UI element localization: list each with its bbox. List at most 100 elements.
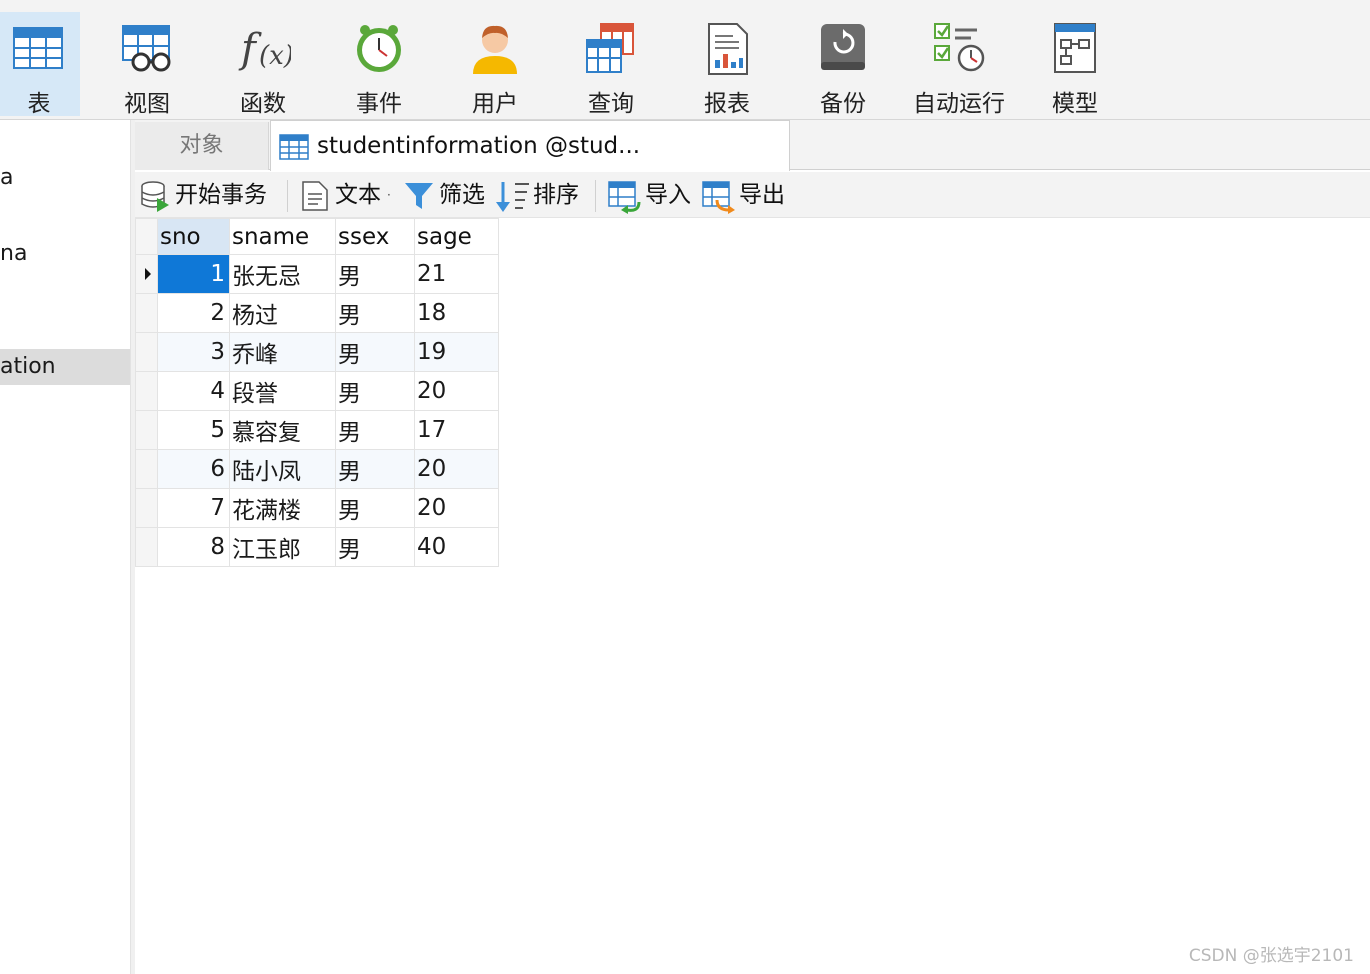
- row-indicator[interactable]: [135, 293, 158, 333]
- column-header-sname[interactable]: sname: [229, 218, 336, 255]
- begin-transaction-button[interactable]: 开始事务: [139, 176, 279, 214]
- cell-ssex[interactable]: 男: [335, 332, 415, 372]
- text-view-button[interactable]: 文本 ·: [301, 176, 397, 214]
- cell-sno[interactable]: 1: [157, 254, 230, 294]
- ribbon-table-button[interactable]: 表: [0, 12, 80, 117]
- cell-sno[interactable]: 5: [157, 410, 230, 450]
- ribbon-model-button[interactable]: 模型: [1025, 12, 1125, 117]
- ribbon-report-button[interactable]: 报表: [677, 12, 777, 117]
- cell-sname[interactable]: 慕容复: [229, 410, 336, 450]
- row-indicator-header: [135, 218, 158, 255]
- cell-ssex[interactable]: 男: [335, 254, 415, 294]
- database-transaction-icon: [141, 181, 169, 212]
- cell-sno[interactable]: 7: [157, 488, 230, 528]
- cell-sname[interactable]: 江玉郎: [229, 527, 336, 567]
- cell-sname[interactable]: 张无忌: [229, 254, 336, 294]
- table-row[interactable]: 7 花满楼男 20: [135, 488, 499, 528]
- table-row[interactable]: 4 段誉男 20: [135, 371, 499, 411]
- watermark: CSDN @张选宇2101: [1188, 946, 1354, 966]
- cell-sage[interactable]: 20: [414, 371, 499, 411]
- sort-button[interactable]: 排序: [495, 176, 585, 214]
- cell-sage[interactable]: 19: [414, 332, 499, 372]
- table-row[interactable]: 1 张无忌男 21: [135, 254, 499, 294]
- ribbon-toolbar: 表 视图 f (x) 函数 事件 用户 查询 报表 备份 自动运行 模型: [0, 0, 1370, 120]
- backup-icon: [821, 24, 865, 70]
- cell-ssex[interactable]: 男: [335, 449, 415, 489]
- cell-sage[interactable]: 20: [414, 488, 499, 528]
- column-header-sage[interactable]: sage: [414, 218, 499, 255]
- svg-text:(x): (x): [259, 41, 291, 71]
- cell-sname[interactable]: 乔峰: [229, 332, 336, 372]
- cell-sno[interactable]: 3: [157, 332, 230, 372]
- ribbon-view-button[interactable]: 视图: [97, 12, 197, 117]
- cell-sage[interactable]: 21: [414, 254, 499, 294]
- dropdown-dot-icon: ·: [387, 188, 391, 202]
- cell-ssex[interactable]: 男: [335, 293, 415, 333]
- cell-sname[interactable]: 杨过: [229, 293, 336, 333]
- cell-sname[interactable]: 花满楼: [229, 488, 336, 528]
- tab-table-title: studentinformation @stud...: [317, 133, 641, 159]
- cell-sname[interactable]: 段誉: [229, 371, 336, 411]
- sidebar-item-selected[interactable]: ation: [0, 349, 130, 385]
- cell-sno[interactable]: 8: [157, 527, 230, 567]
- sidebar-item-0[interactable]: a: [0, 160, 130, 196]
- cell-ssex[interactable]: 男: [335, 488, 415, 528]
- cell-sage[interactable]: 20: [414, 449, 499, 489]
- table-row[interactable]: 6 陆小凤男 20: [135, 449, 499, 489]
- row-indicator[interactable]: [135, 410, 158, 450]
- row-indicator[interactable]: [135, 254, 158, 294]
- table-icon: [279, 134, 309, 160]
- table-row[interactable]: 5 慕容复男 17: [135, 410, 499, 450]
- ribbon-automation-label: 自动运行: [913, 91, 1005, 117]
- row-indicator[interactable]: [135, 371, 158, 411]
- cell-ssex[interactable]: 男: [335, 410, 415, 450]
- column-header-sno[interactable]: sno: [157, 218, 230, 255]
- toolbar-separator: [287, 180, 288, 212]
- ribbon-table-label: 表: [27, 91, 51, 117]
- begin-transaction-label: 开始事务: [175, 182, 267, 208]
- grid-header-row: sno sname ssex sage: [135, 218, 499, 255]
- cell-sno[interactable]: 2: [157, 293, 230, 333]
- cell-ssex[interactable]: 男: [335, 371, 415, 411]
- ribbon-function-button[interactable]: f (x) 函数: [213, 12, 313, 117]
- row-indicator[interactable]: [135, 527, 158, 567]
- import-button[interactable]: 导入: [607, 176, 697, 214]
- cell-sage[interactable]: 40: [414, 527, 499, 567]
- cell-sage[interactable]: 17: [414, 410, 499, 450]
- toolbar-separator: [595, 180, 596, 212]
- table-row[interactable]: 8 江玉郎男 40: [135, 527, 499, 567]
- import-table-icon: [608, 181, 641, 214]
- table-toolbar: 开始事务 文本 · 筛选 排序 导入 导出: [135, 172, 1370, 218]
- sort-label: 排序: [533, 182, 579, 208]
- row-indicator[interactable]: [135, 488, 158, 528]
- tab-objects[interactable]: 对象: [135, 122, 269, 170]
- column-header-ssex[interactable]: ssex: [335, 218, 415, 255]
- table-row[interactable]: 2 杨过男 18: [135, 293, 499, 333]
- cell-ssex[interactable]: 男: [335, 527, 415, 567]
- sidebar-item-1[interactable]: na: [0, 236, 130, 272]
- tab-table-studentinformation[interactable]: studentinformation @stud...: [270, 120, 790, 171]
- object-tree-sidebar: a na ation: [0, 120, 131, 974]
- ribbon-report-label: 报表: [704, 91, 750, 117]
- cell-sno[interactable]: 4: [157, 371, 230, 411]
- ribbon-query-button[interactable]: 查询: [561, 12, 661, 117]
- query-icon: [586, 23, 634, 73]
- row-indicator[interactable]: [135, 449, 158, 489]
- export-button[interactable]: 导出: [701, 176, 791, 214]
- ribbon-backup-label: 备份: [820, 91, 866, 117]
- ribbon-model-label: 模型: [1052, 91, 1098, 117]
- filter-button[interactable]: 筛选: [403, 176, 493, 214]
- ribbon-user-label: 用户: [472, 91, 518, 117]
- ribbon-automation-button[interactable]: 自动运行: [909, 12, 1009, 117]
- ribbon-event-button[interactable]: 事件: [329, 12, 429, 117]
- row-indicator[interactable]: [135, 332, 158, 372]
- table-row[interactable]: 3 乔峰男 19: [135, 332, 499, 372]
- ribbon-event-label: 事件: [356, 91, 402, 117]
- ribbon-function-label: 函数: [240, 91, 286, 117]
- export-label: 导出: [739, 182, 785, 208]
- cell-sage[interactable]: 18: [414, 293, 499, 333]
- ribbon-user-button[interactable]: 用户: [445, 12, 545, 117]
- cell-sno[interactable]: 6: [157, 449, 230, 489]
- cell-sname[interactable]: 陆小凤: [229, 449, 336, 489]
- ribbon-backup-button[interactable]: 备份: [793, 12, 893, 117]
